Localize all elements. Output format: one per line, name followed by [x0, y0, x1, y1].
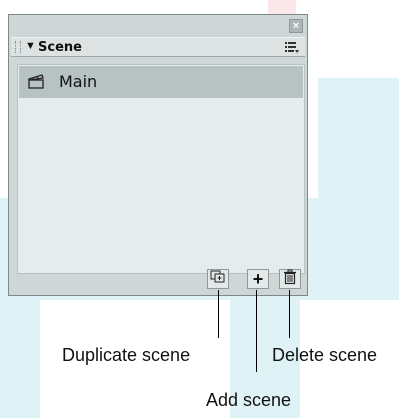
close-button[interactable]: ×: [289, 19, 303, 33]
scene-panel: × ▼ Scene Main +: [8, 14, 308, 296]
collapse-arrow-icon[interactable]: ▼: [25, 40, 36, 52]
panel-title-bar[interactable]: ▼ Scene: [11, 37, 305, 57]
callout-add-scene: Add scene: [206, 390, 292, 410]
duplicate-scene-button[interactable]: [207, 269, 229, 289]
panel-title: Scene: [38, 40, 82, 55]
add-scene-button[interactable]: +: [247, 269, 269, 289]
plus-icon: +: [252, 268, 264, 289]
trash-icon: [283, 269, 297, 290]
panel-options-menu-icon[interactable]: [285, 41, 299, 56]
callout-duplicate-scene: Duplicate scene: [62, 345, 191, 365]
grip-handle[interactable]: [15, 41, 21, 53]
watermark-shape: [318, 78, 399, 208]
callout-line-delete: [289, 290, 290, 338]
callout-line-duplicate: [218, 290, 219, 338]
duplicate-icon: [210, 270, 226, 289]
scene-list: Main: [17, 64, 305, 274]
callout-line-add: [256, 290, 257, 372]
callout-delete-scene: Delete scene: [272, 345, 378, 365]
scene-list-item[interactable]: Main: [19, 66, 303, 98]
scene-name: Main: [59, 72, 98, 91]
clapperboard-icon: [27, 72, 45, 90]
delete-scene-button[interactable]: [279, 269, 301, 289]
